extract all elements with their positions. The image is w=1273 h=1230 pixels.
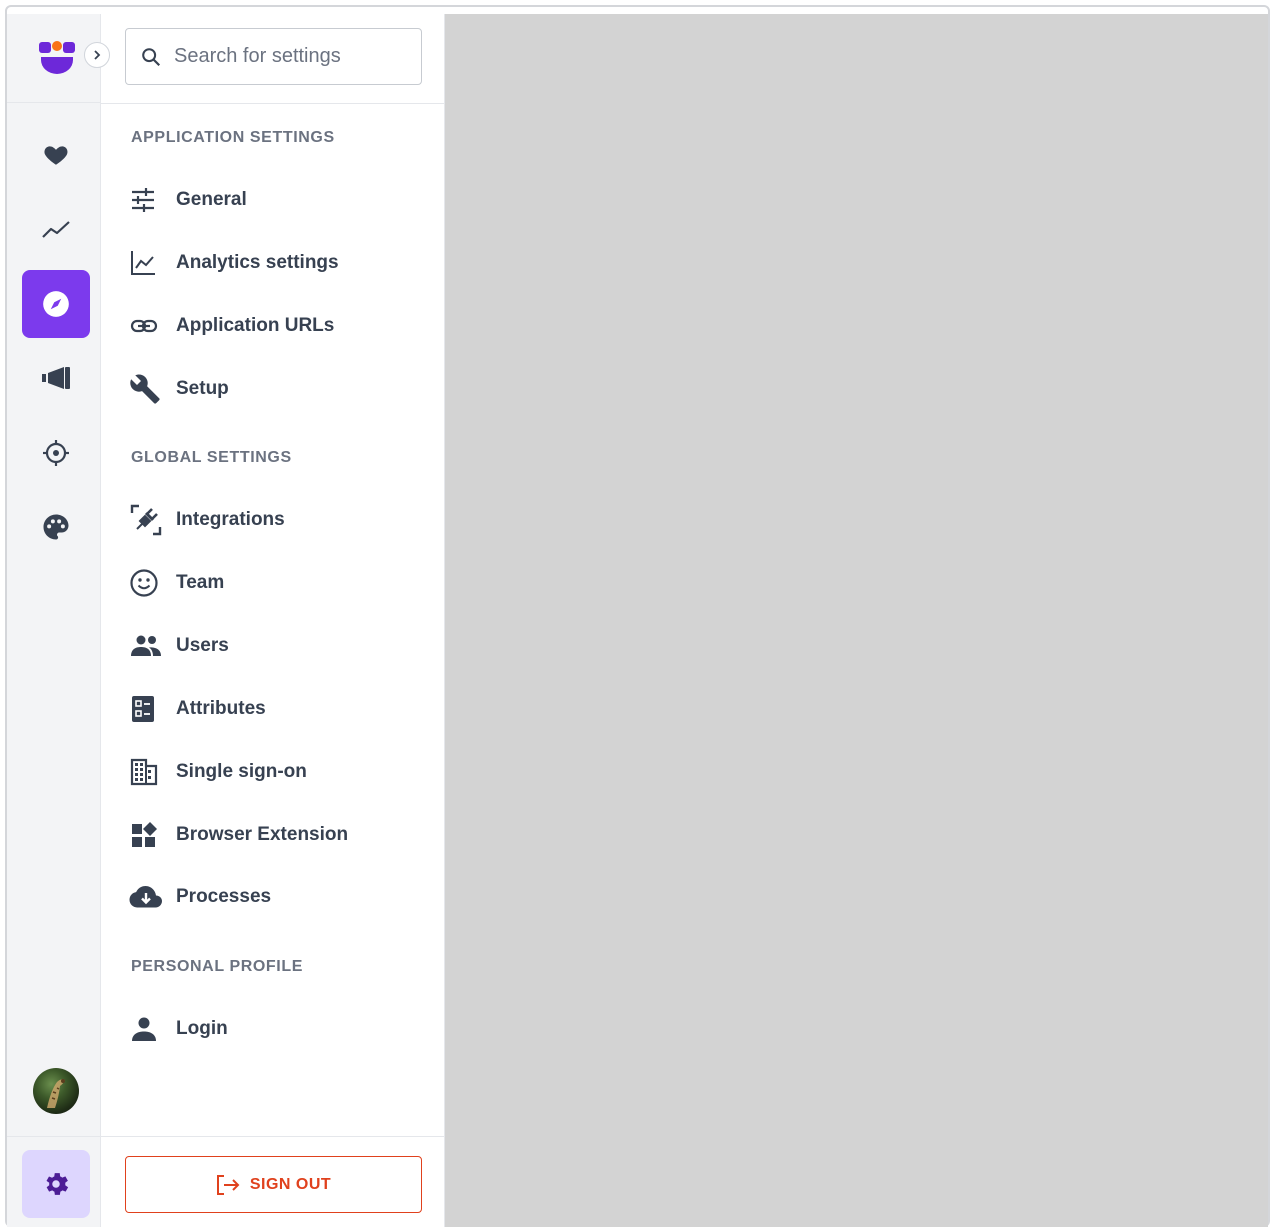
rail-item-announcements[interactable] [22,344,90,412]
crosshair-icon [43,440,69,466]
menu-item-label: Browser Extension [176,824,349,845]
gear-icon [46,1173,69,1195]
menu-item-label: Setup [176,378,229,399]
menu-item-label: Login [176,1018,228,1039]
menu-item-users[interactable]: Users [129,626,419,666]
menu-divider [101,1136,445,1137]
chevron-right-icon [94,50,101,60]
palette-icon [43,514,69,540]
menu-item-setup[interactable]: Setup [129,369,419,409]
menu-item-label: Analytics settings [176,252,339,273]
heart-icon [44,146,68,165]
rail-item-analytics[interactable] [22,195,90,263]
menu-item-browser-extension[interactable]: Browser Extension [129,815,419,855]
link-icon [130,319,158,333]
settings-menu: APPLICATION SETTINGS General Analytics s… [101,14,445,1227]
sign-out-label: SIGN OUT [249,1175,332,1193]
section-global-settings: GLOBAL SETTINGS [131,449,292,466]
brand-logo-icon[interactable] [39,40,75,74]
rail-divider [7,1136,101,1137]
menu-item-attributes[interactable]: Attributes [129,689,419,729]
user-avatar[interactable] [33,1068,79,1114]
compass-icon [43,291,69,317]
people-icon [131,635,161,656]
smiley-icon [130,569,158,597]
sliders-icon [132,188,154,212]
menu-item-processes[interactable]: Processes [129,877,419,917]
section-application-settings: APPLICATION SETTINGS [131,129,335,146]
sign-out-button[interactable]: SIGN OUT [125,1156,422,1213]
menu-item-label: General [176,189,247,210]
search-input[interactable] [172,44,406,69]
menu-item-label: Integrations [176,509,285,530]
menu-divider [101,103,445,104]
person-icon [132,1017,156,1041]
icon-rail [7,14,101,1227]
menu-item-team[interactable]: Team [129,563,419,603]
menu-item-login[interactable]: Login [129,1009,419,1049]
rail-item-targeting[interactable] [22,419,90,487]
expand-sidebar-button[interactable] [84,42,110,68]
avatar-image-icon [47,1079,65,1108]
chart-line-icon [131,251,155,275]
search-box[interactable] [125,28,422,85]
menu-item-label: Application URLs [176,315,335,336]
logout-icon [216,1174,240,1195]
rail-item-themes[interactable] [22,493,90,561]
menu-item-label: Users [176,635,229,656]
rail-item-explore[interactable] [22,270,90,338]
menu-item-single-sign-on[interactable]: Single sign-on [129,752,419,792]
menu-item-analytics-settings[interactable]: Analytics settings [129,243,419,283]
building-icon [130,758,158,786]
rail-item-settings[interactable] [22,1150,90,1218]
menu-item-application-urls[interactable]: Application URLs [129,306,419,346]
cloud-download-icon [129,886,162,908]
menu-item-integrations[interactable]: Integrations [129,500,419,540]
widgets-icon [132,822,157,847]
content-area [445,14,1268,1227]
menu-item-label: Single sign-on [176,761,307,782]
rail-item-favorites[interactable] [22,121,90,189]
menu-item-label: Attributes [176,698,266,719]
megaphone-icon [42,367,70,389]
trending-icon [42,221,70,238]
attributes-list-icon [132,696,154,722]
menu-item-label: Processes [176,886,272,907]
section-personal-profile: PERSONAL PROFILE [131,958,303,975]
search-icon [142,47,161,66]
wrench-icon [130,374,160,404]
menu-item-label: Team [176,572,225,593]
plug-icon [130,504,162,536]
menu-item-general[interactable]: General [129,180,419,220]
